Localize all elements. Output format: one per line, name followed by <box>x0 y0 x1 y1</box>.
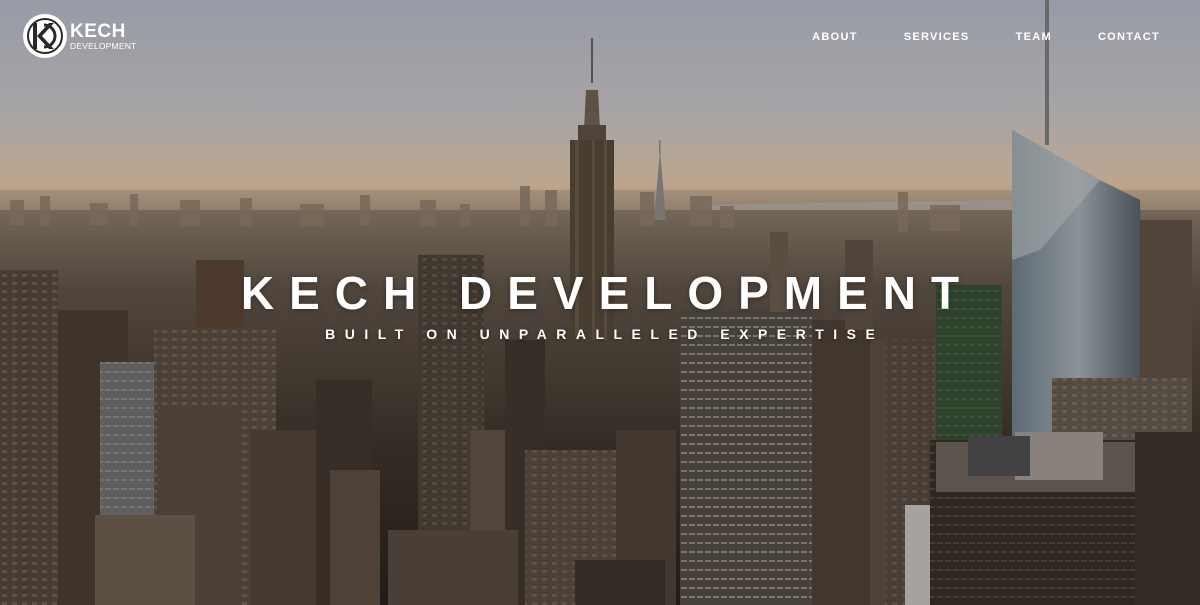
nav-link-services[interactable]: SERVICES <box>904 31 970 43</box>
brand-name-line2: DEVELOPMENT <box>70 40 137 51</box>
brand-logo[interactable]: KECH DEVELOPMENT <box>22 13 136 59</box>
hero-section: KECH DEVELOPMENT ABOUT SERVICES TEAM CON… <box>0 0 1200 605</box>
hero-subtitle: BUILT ON UNPARALLELED EXPERTISE <box>325 326 885 342</box>
nav-link-contact[interactable]: CONTACT <box>1098 31 1160 43</box>
nav-link-team[interactable]: TEAM <box>1016 31 1052 43</box>
hero-title: KECH DEVELOPMENT <box>240 267 975 319</box>
main-nav: ABOUT SERVICES TEAM CONTACT <box>766 31 1160 43</box>
brand-name-line1: KECH <box>70 20 126 42</box>
kd-monogram-logo-icon <box>23 14 67 58</box>
nav-link-about[interactable]: ABOUT <box>812 31 858 43</box>
